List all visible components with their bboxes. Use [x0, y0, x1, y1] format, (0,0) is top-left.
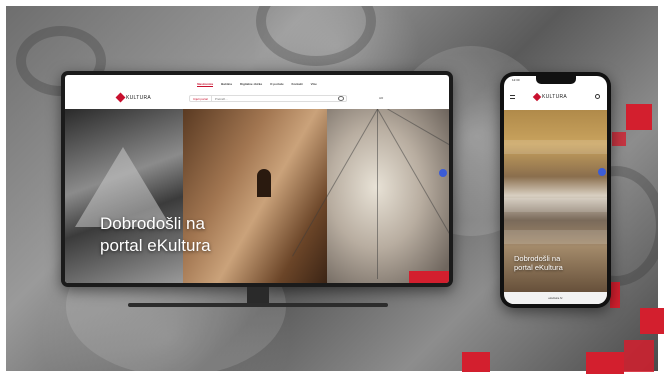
chat-icon[interactable]	[598, 168, 606, 176]
logo-mark-icon	[532, 92, 542, 102]
hero-title: Dobrodošli na portal eKultura	[100, 214, 211, 255]
desktop-logo[interactable]: KULTURA	[115, 92, 152, 103]
menu-icon[interactable]	[510, 95, 515, 99]
phone-notch	[536, 76, 576, 84]
hero-red-accent	[409, 271, 449, 283]
desktop-hero: Dobrodošli na portal eKultura	[65, 109, 449, 283]
search-input[interactable]	[211, 96, 338, 101]
mobile-url-bar[interactable]: ekultura.hr	[504, 292, 607, 304]
nav-item-collections[interactable]: Digitalne zbirke	[240, 82, 262, 86]
mobile-logo[interactable]: KULTURA	[532, 92, 568, 102]
logo-text: KULTURA	[126, 94, 152, 101]
mobile-screen: 12:30 KULTURA Dobrodošli na portal eKult…	[504, 76, 607, 304]
logo-mark-icon	[115, 92, 126, 103]
decor-square	[462, 352, 490, 372]
mobile-hero-title: Dobrodošli na portal eKultura	[514, 254, 563, 272]
decor-square	[624, 340, 654, 372]
desktop-search: Cijeli portal	[189, 95, 347, 102]
status-time: 12:30	[512, 78, 520, 82]
nav-item-more[interactable]: Više	[311, 82, 317, 86]
search-icon[interactable]	[595, 94, 600, 99]
decor-square	[626, 104, 652, 130]
url-text: ekultura.hr	[548, 296, 563, 300]
chat-icon[interactable]	[439, 169, 447, 177]
desktop-top-nav: Naslovnica Baština Digitalne zbirke O po…	[65, 75, 449, 91]
nav-item-contact[interactable]: Kontakt	[291, 82, 302, 86]
desktop-monitor: Naslovnica Baština Digitalne zbirke O po…	[61, 71, 453, 287]
decor-square	[610, 282, 620, 308]
nav-item-heritage[interactable]: Baština	[221, 82, 232, 86]
logo-text: KULTURA	[542, 94, 568, 100]
desktop-screen: Naslovnica Baština Digitalne zbirke O po…	[65, 75, 449, 283]
decor-square	[640, 308, 664, 334]
mobile-phone: 12:30 KULTURA Dobrodošli na portal eKult…	[500, 72, 611, 308]
language-select[interactable]: HR	[379, 96, 383, 100]
hero-photo-vault	[292, 109, 449, 283]
nav-item-home[interactable]: Naslovnica	[197, 82, 214, 87]
decor-square	[612, 132, 626, 146]
nav-item-about[interactable]: O portalu	[270, 82, 283, 86]
decor-square	[586, 352, 624, 374]
sculpture-curl	[256, 6, 376, 66]
search-icon[interactable]	[338, 96, 344, 101]
mobile-hero: Dobrodošli na portal eKultura	[504, 110, 607, 300]
mobile-header: KULTURA	[504, 88, 607, 110]
desktop-search-bar: KULTURA Cijeli portal HR	[65, 91, 449, 109]
search-scope-select[interactable]: Cijeli portal	[190, 96, 212, 101]
monitor-stand-base	[128, 303, 388, 307]
